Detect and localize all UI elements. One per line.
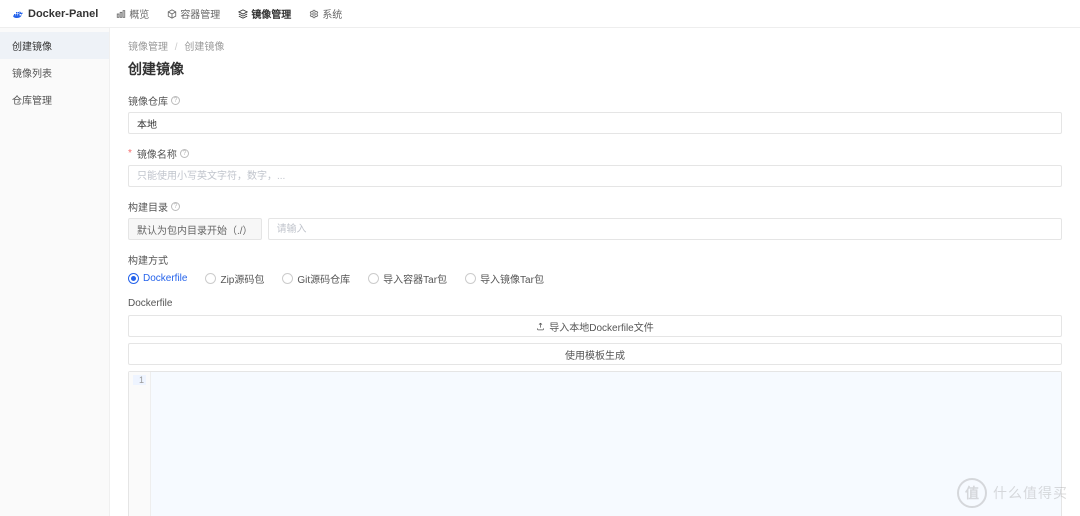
radio-container-tar[interactable]: 导入容器Tar包 [368,271,447,286]
gear-icon [309,9,319,19]
sidebar-item-repo-manage[interactable]: 仓库管理 [0,86,109,113]
breadcrumb-b: 创建镜像 [184,42,224,53]
help-icon[interactable]: ? [171,202,180,211]
upload-icon [536,322,545,331]
repo-select[interactable]: 本地 [128,112,1062,134]
name-label: 镜像名称 [137,146,177,161]
required-mark: * [128,148,132,159]
radio-image-tar-label: 导入镜像Tar包 [480,271,544,286]
radio-image-tar[interactable]: 导入镜像Tar包 [465,271,544,286]
radio-dockerfile-label: Dockerfile [143,273,187,284]
cube-icon [167,9,177,19]
upload-button-label: 导入本地Dockerfile文件 [549,319,653,334]
build-type-label: 构建方式 [128,252,168,267]
sidebar-item-image-list[interactable]: 镜像列表 [0,59,109,86]
radio-container-tar-label: 导入容器Tar包 [383,271,447,286]
nav-container[interactable]: 容器管理 [167,6,220,21]
top-nav: Docker-Panel 概览 容器管理 镜像管理 系统 [0,0,1080,28]
page-title: 创建镜像 [128,59,1062,79]
radio-git-label: Git源码仓库 [297,271,350,286]
editor-code-area[interactable] [151,372,1061,516]
chart-icon [116,9,126,19]
main-content: 镜像管理 / 创建镜像 创建镜像 镜像仓库 ? 本地 * 镜像名称 ? 构建目录… [110,28,1080,516]
nav-image-label: 镜像管理 [251,6,291,21]
breadcrumb-a[interactable]: 镜像管理 [128,42,168,53]
radio-zip[interactable]: Zip源码包 [205,271,264,286]
name-input[interactable] [128,165,1062,187]
brand: Docker-Panel [12,8,98,20]
nav-overview-label: 概览 [129,6,149,21]
radio-dot-icon [465,273,476,284]
nav-system-label: 系统 [322,6,342,21]
help-icon[interactable]: ? [180,149,189,158]
docker-icon [12,8,24,20]
breadcrumb: 镜像管理 / 创建镜像 [128,38,1062,53]
help-icon[interactable]: ? [171,96,180,105]
build-dir-label: 构建目录 [128,199,168,214]
radio-dot-icon [368,273,379,284]
editor-gutter: 1 [129,372,151,516]
radio-git[interactable]: Git源码仓库 [282,271,350,286]
sidebar-item-create-image[interactable]: 创建镜像 [0,32,109,59]
radio-zip-label: Zip源码包 [220,271,264,286]
template-generate-button[interactable]: 使用模板生成 [128,343,1062,365]
layers-icon [238,9,248,19]
line-number: 1 [133,375,146,385]
watermark-icon: 值 [957,478,987,508]
repo-label: 镜像仓库 [128,93,168,108]
radio-dot-icon [205,273,216,284]
build-dir-input[interactable] [268,218,1062,240]
nav-container-label: 容器管理 [180,6,220,21]
brand-label: Docker-Panel [28,8,98,20]
upload-dockerfile-button[interactable]: 导入本地Dockerfile文件 [128,315,1062,337]
dockerfile-label: Dockerfile [128,298,1062,309]
nav-image[interactable]: 镜像管理 [238,6,291,21]
template-button-label: 使用模板生成 [565,347,625,362]
radio-dot-icon [128,273,139,284]
watermark: 值 什么值得买 [957,478,1068,508]
breadcrumb-sep: / [175,42,178,53]
dockerfile-editor[interactable]: 1 [128,371,1062,516]
nav-system[interactable]: 系统 [309,6,342,21]
build-type-radio-group: Dockerfile Zip源码包 Git源码仓库 导入容器Tar包 导入镜像T… [128,271,1062,286]
watermark-text: 什么值得买 [993,483,1068,503]
nav-overview[interactable]: 概览 [116,6,149,21]
radio-dockerfile[interactable]: Dockerfile [128,273,187,284]
sidebar: 创建镜像 镜像列表 仓库管理 [0,28,110,516]
radio-dot-icon [282,273,293,284]
build-dir-prefix: 默认为包内目录开始（./） [128,218,262,240]
